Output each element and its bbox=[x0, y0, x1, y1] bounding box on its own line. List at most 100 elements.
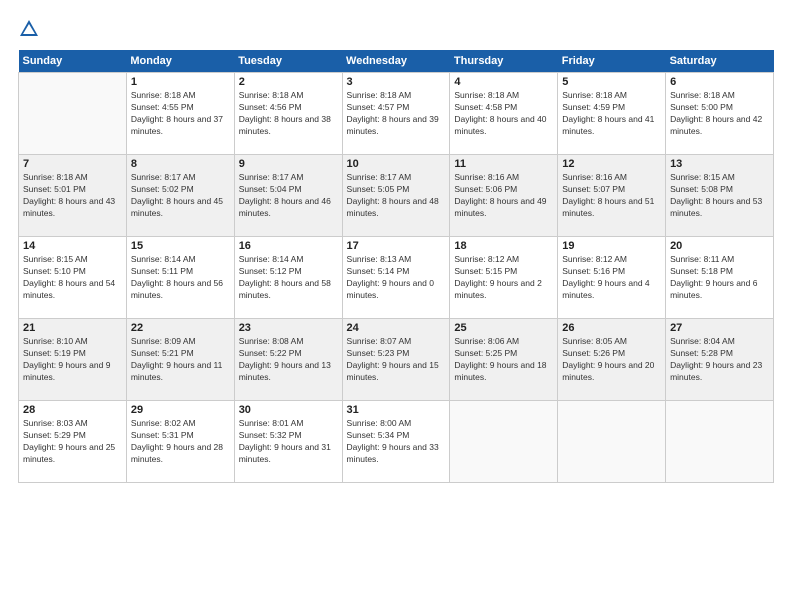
day-number: 14 bbox=[23, 240, 122, 252]
day-number: 28 bbox=[23, 404, 122, 416]
calendar-cell: 1Sunrise: 8:18 AMSunset: 4:55 PMDaylight… bbox=[126, 73, 234, 155]
day-info: Sunrise: 8:14 AMSunset: 5:11 PMDaylight:… bbox=[131, 254, 230, 302]
calendar-cell: 28 Sunrise: 8:03 AMSunset: 5:29 PMDayligh… bbox=[19, 401, 127, 483]
day-number: 20 bbox=[670, 240, 769, 252]
calendar-cell: 27Sunrise: 8:04 AMSunset: 5:28 PMDayligh… bbox=[666, 319, 774, 401]
day-info: Sunrise: 8:18 AMSunset: 5:01 PMDaylight:… bbox=[23, 172, 122, 220]
day-number: 15 bbox=[131, 240, 230, 252]
day-info: Sunrise: 8:03 AMSunset: 5:29 PMDaylight:… bbox=[23, 418, 122, 466]
day-number: 5 bbox=[562, 76, 661, 88]
day-info: Sunrise: 8:06 AMSunset: 5:25 PMDaylight:… bbox=[454, 336, 553, 384]
col-header-monday: Monday bbox=[126, 50, 234, 73]
calendar-cell: 23Sunrise: 8:08 AMSunset: 5:22 PMDayligh… bbox=[234, 319, 342, 401]
day-info: Sunrise: 8:00 AMSunset: 5:34 PMDaylight:… bbox=[347, 418, 446, 466]
day-info: Sunrise: 8:18 AMSunset: 4:59 PMDaylight:… bbox=[562, 90, 661, 138]
day-number: 2 bbox=[239, 76, 338, 88]
calendar-cell: 12 Sunrise: 8:16 AMSunset: 5:07 PMDayligh… bbox=[558, 155, 666, 237]
day-number: 21 bbox=[23, 322, 122, 334]
day-info: Sunrise: 8:13 AMSunset: 5:14 PMDaylight:… bbox=[347, 254, 446, 302]
day-number: 31 bbox=[347, 404, 446, 416]
col-header-wednesday: Wednesday bbox=[342, 50, 450, 73]
calendar-cell: 24Sunrise: 8:07 AMSunset: 5:23 PMDayligh… bbox=[342, 319, 450, 401]
calendar-cell: 8Sunrise: 8:17 AMSunset: 5:02 PMDaylight… bbox=[126, 155, 234, 237]
day-number: 19 bbox=[562, 240, 661, 252]
day-number: 3 bbox=[347, 76, 446, 88]
day-info: Sunrise: 8:14 AMSunset: 5:12 PMDaylight:… bbox=[239, 254, 338, 302]
calendar-cell: 20 Sunrise: 8:11 AMSunset: 5:18 PMDayligh… bbox=[666, 237, 774, 319]
col-header-thursday: Thursday bbox=[450, 50, 558, 73]
day-number: 22 bbox=[131, 322, 230, 334]
day-info: Sunrise: 8:09 AMSunset: 5:21 PMDaylight:… bbox=[131, 336, 230, 384]
calendar-week-row: 14 Sunrise: 8:15 AMSunset: 5:10 PMDayligh… bbox=[19, 237, 774, 319]
day-info: Sunrise: 8:15 AMSunset: 5:08 PMDaylight:… bbox=[670, 172, 769, 220]
calendar-week-row: 1Sunrise: 8:18 AMSunset: 4:55 PMDaylight… bbox=[19, 73, 774, 155]
calendar-cell: 4 Sunrise: 8:18 AMSunset: 4:58 PMDaylight… bbox=[450, 73, 558, 155]
logo bbox=[18, 18, 42, 40]
calendar-cell: 5 Sunrise: 8:18 AMSunset: 4:59 PMDaylight… bbox=[558, 73, 666, 155]
day-info: Sunrise: 8:01 AMSunset: 5:32 PMDaylight:… bbox=[239, 418, 338, 466]
calendar-cell: 31 Sunrise: 8:00 AMSunset: 5:34 PMDayligh… bbox=[342, 401, 450, 483]
calendar-cell: 15 Sunrise: 8:14 AMSunset: 5:11 PMDayligh… bbox=[126, 237, 234, 319]
page-header bbox=[18, 18, 774, 40]
calendar-page: SundayMondayTuesdayWednesdayThursdayFrid… bbox=[0, 0, 792, 612]
calendar-header-row: SundayMondayTuesdayWednesdayThursdayFrid… bbox=[19, 50, 774, 73]
calendar-cell: 18 Sunrise: 8:12 AMSunset: 5:15 PMDayligh… bbox=[450, 237, 558, 319]
day-number: 12 bbox=[562, 158, 661, 170]
day-number: 4 bbox=[454, 76, 553, 88]
day-info: Sunrise: 8:15 AMSunset: 5:10 PMDaylight:… bbox=[23, 254, 122, 302]
day-number: 6 bbox=[670, 76, 769, 88]
day-number: 10 bbox=[347, 158, 446, 170]
day-number: 18 bbox=[454, 240, 553, 252]
calendar-cell: 29 Sunrise: 8:02 AMSunset: 5:31 PMDayligh… bbox=[126, 401, 234, 483]
calendar-cell bbox=[450, 401, 558, 483]
day-info: Sunrise: 8:18 AMSunset: 4:56 PMDaylight:… bbox=[239, 90, 338, 138]
day-number: 9 bbox=[239, 158, 338, 170]
col-header-tuesday: Tuesday bbox=[234, 50, 342, 73]
calendar-cell: 26Sunrise: 8:05 AMSunset: 5:26 PMDayligh… bbox=[558, 319, 666, 401]
day-number: 23 bbox=[239, 322, 338, 334]
calendar-cell: 16Sunrise: 8:14 AMSunset: 5:12 PMDayligh… bbox=[234, 237, 342, 319]
day-number: 26 bbox=[562, 322, 661, 334]
calendar-cell: 13 Sunrise: 8:15 AMSunset: 5:08 PMDayligh… bbox=[666, 155, 774, 237]
day-number: 11 bbox=[454, 158, 553, 170]
day-number: 17 bbox=[347, 240, 446, 252]
calendar-week-row: 28 Sunrise: 8:03 AMSunset: 5:29 PMDayligh… bbox=[19, 401, 774, 483]
calendar-cell: 11 Sunrise: 8:16 AMSunset: 5:06 PMDayligh… bbox=[450, 155, 558, 237]
day-info: Sunrise: 8:18 AMSunset: 4:58 PMDaylight:… bbox=[454, 90, 553, 138]
day-number: 25 bbox=[454, 322, 553, 334]
calendar-cell: 21 Sunrise: 8:10 AMSunset: 5:19 PMDayligh… bbox=[19, 319, 127, 401]
day-number: 29 bbox=[131, 404, 230, 416]
calendar-cell: 25 Sunrise: 8:06 AMSunset: 5:25 PMDayligh… bbox=[450, 319, 558, 401]
day-info: Sunrise: 8:07 AMSunset: 5:23 PMDaylight:… bbox=[347, 336, 446, 384]
day-info: Sunrise: 8:17 AMSunset: 5:02 PMDaylight:… bbox=[131, 172, 230, 220]
logo-icon bbox=[18, 18, 40, 40]
calendar-cell: 6Sunrise: 8:18 AMSunset: 5:00 PMDaylight… bbox=[666, 73, 774, 155]
day-info: Sunrise: 8:16 AMSunset: 5:06 PMDaylight:… bbox=[454, 172, 553, 220]
col-header-saturday: Saturday bbox=[666, 50, 774, 73]
day-info: Sunrise: 8:18 AMSunset: 4:55 PMDaylight:… bbox=[131, 90, 230, 138]
day-info: Sunrise: 8:18 AMSunset: 4:57 PMDaylight:… bbox=[347, 90, 446, 138]
day-number: 7 bbox=[23, 158, 122, 170]
calendar-table: SundayMondayTuesdayWednesdayThursdayFrid… bbox=[18, 50, 774, 483]
calendar-cell: 3 Sunrise: 8:18 AMSunset: 4:57 PMDaylight… bbox=[342, 73, 450, 155]
day-info: Sunrise: 8:04 AMSunset: 5:28 PMDaylight:… bbox=[670, 336, 769, 384]
calendar-cell: 2 Sunrise: 8:18 AMSunset: 4:56 PMDaylight… bbox=[234, 73, 342, 155]
day-info: Sunrise: 8:02 AMSunset: 5:31 PMDaylight:… bbox=[131, 418, 230, 466]
day-info: Sunrise: 8:17 AMSunset: 5:05 PMDaylight:… bbox=[347, 172, 446, 220]
col-header-sunday: Sunday bbox=[19, 50, 127, 73]
calendar-cell: 9Sunrise: 8:17 AMSunset: 5:04 PMDaylight… bbox=[234, 155, 342, 237]
day-number: 13 bbox=[670, 158, 769, 170]
day-info: Sunrise: 8:12 AMSunset: 5:15 PMDaylight:… bbox=[454, 254, 553, 302]
calendar-week-row: 21 Sunrise: 8:10 AMSunset: 5:19 PMDayligh… bbox=[19, 319, 774, 401]
calendar-cell bbox=[19, 73, 127, 155]
day-info: Sunrise: 8:16 AMSunset: 5:07 PMDaylight:… bbox=[562, 172, 661, 220]
day-info: Sunrise: 8:11 AMSunset: 5:18 PMDaylight:… bbox=[670, 254, 769, 302]
calendar-cell: 22 Sunrise: 8:09 AMSunset: 5:21 PMDayligh… bbox=[126, 319, 234, 401]
calendar-cell: 30 Sunrise: 8:01 AMSunset: 5:32 PMDayligh… bbox=[234, 401, 342, 483]
day-info: Sunrise: 8:10 AMSunset: 5:19 PMDaylight:… bbox=[23, 336, 122, 384]
day-number: 30 bbox=[239, 404, 338, 416]
col-header-friday: Friday bbox=[558, 50, 666, 73]
calendar-cell: 10 Sunrise: 8:17 AMSunset: 5:05 PMDayligh… bbox=[342, 155, 450, 237]
calendar-cell: 19Sunrise: 8:12 AMSunset: 5:16 PMDayligh… bbox=[558, 237, 666, 319]
calendar-cell: 7 Sunrise: 8:18 AMSunset: 5:01 PMDaylight… bbox=[19, 155, 127, 237]
